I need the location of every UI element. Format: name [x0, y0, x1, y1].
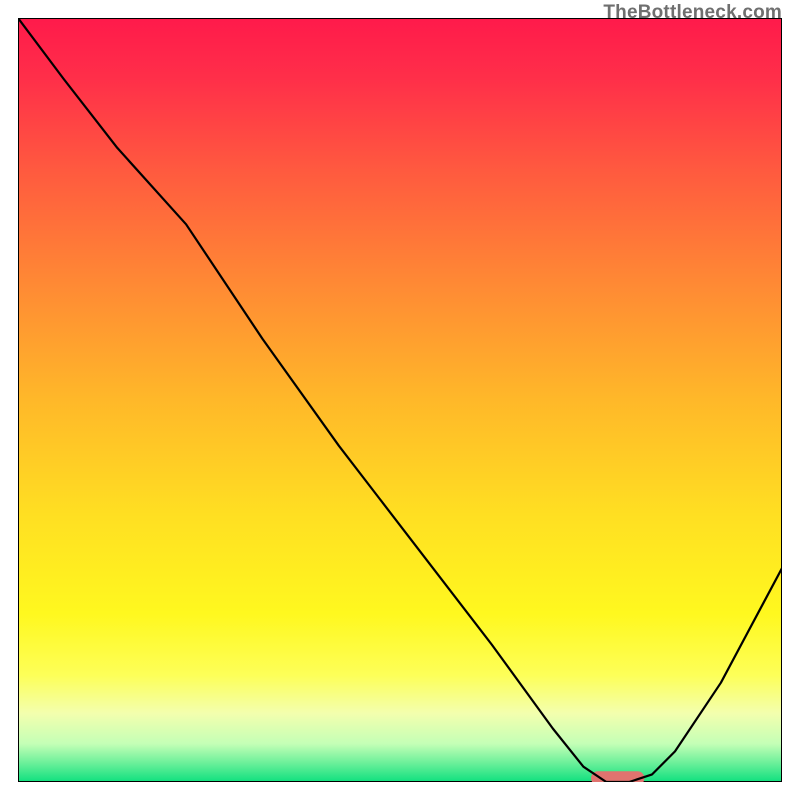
chart-frame: TheBottleneck.com: [18, 18, 782, 782]
chart-svg: [18, 18, 782, 782]
chart-background: [18, 18, 782, 782]
